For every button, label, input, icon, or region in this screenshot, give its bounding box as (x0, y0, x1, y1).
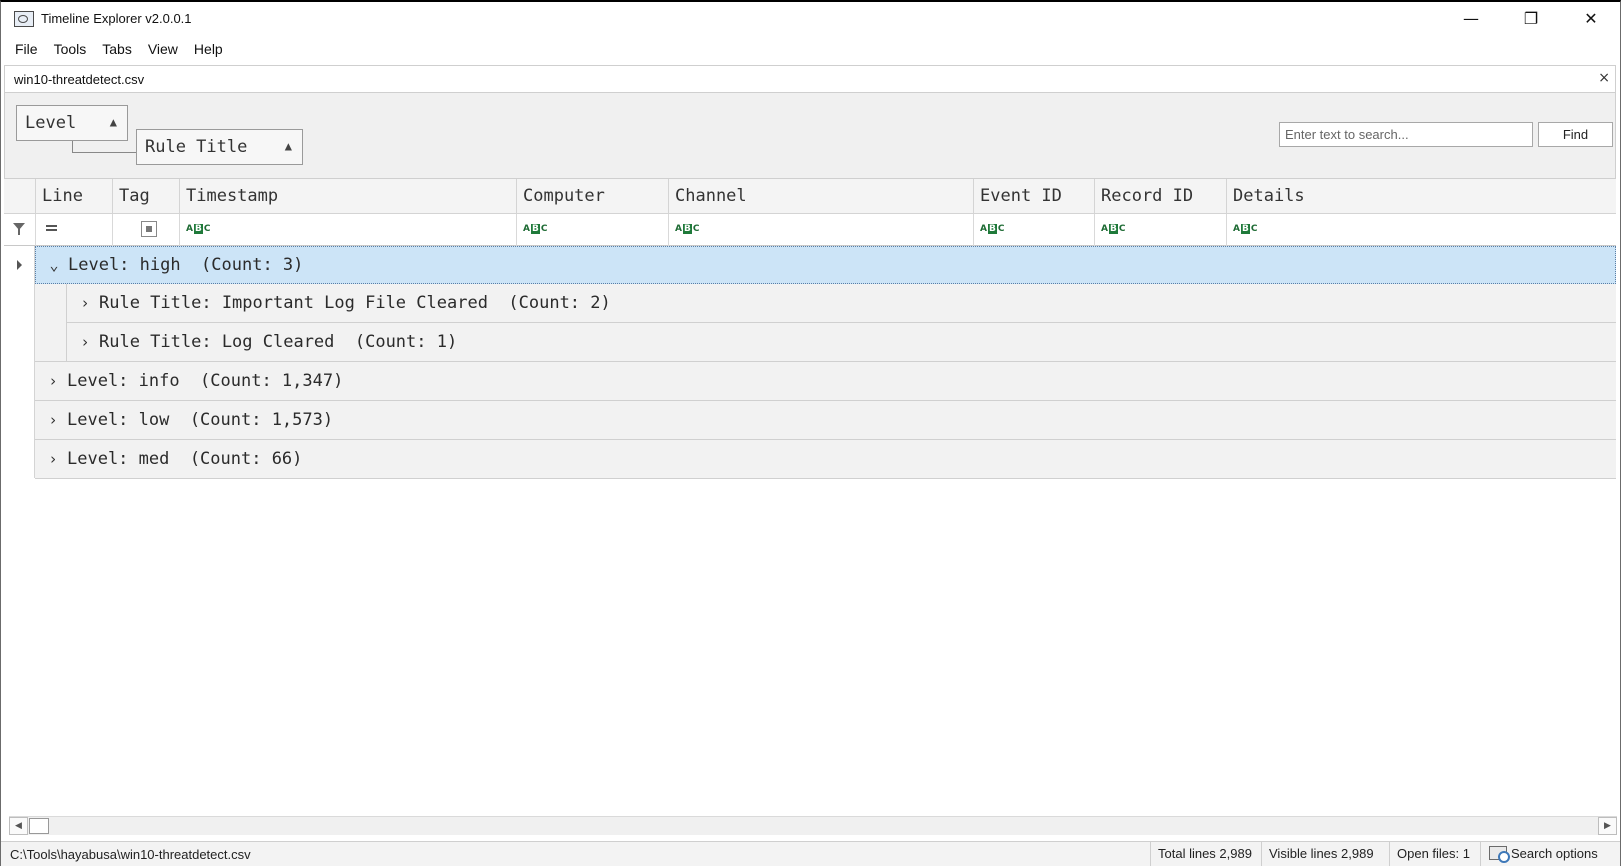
filter-icon (13, 223, 25, 235)
chevron-right-icon[interactable]: › (39, 450, 67, 468)
scroll-left-icon[interactable]: ◀ (9, 817, 28, 835)
search-options-label: Search options (1511, 846, 1598, 861)
grid-rows: ⌄ Level: high (Count: 3) › Rule Title: I… (4, 246, 1616, 816)
group-chip-level[interactable]: Level ▲ (16, 105, 128, 141)
abc-text-filter-icon: ABC (1233, 224, 1258, 234)
grid-header: Line Tag Timestamp Computer Channel Even… (4, 178, 1616, 214)
group-row-label: Level: info (Count: 1,347) (67, 371, 344, 391)
column-header-line[interactable]: Line (35, 179, 112, 214)
abc-text-filter-icon: ABC (980, 224, 1005, 234)
restore-button[interactable]: ❐ (1501, 2, 1561, 35)
group-row-level-med[interactable]: › Level: med (Count: 66) (35, 440, 1616, 479)
column-header-event-id[interactable]: Event ID (973, 179, 1094, 214)
abc-text-filter-icon: ABC (1101, 224, 1126, 234)
status-total-lines: Total lines 2,989 (1150, 842, 1252, 866)
group-row-rule-important-log-file-cleared[interactable]: › Rule Title: Important Log File Cleared… (67, 284, 1616, 323)
equals-icon[interactable] (46, 225, 57, 231)
column-header-computer[interactable]: Computer (516, 179, 668, 214)
abc-text-filter-icon: ABC (523, 224, 548, 234)
filter-cell-computer[interactable]: ABC (516, 214, 668, 246)
chevron-right-icon[interactable]: › (39, 411, 67, 429)
column-header-tag[interactable]: Tag (112, 179, 179, 214)
group-chip-label: Rule Title (145, 137, 248, 157)
horizontal-scrollbar[interactable]: ◀ ▶ (9, 816, 1617, 835)
row-indicator (4, 246, 35, 284)
status-bar: C:\Tools\hayabusa\win10-threatdetect.csv… (1, 841, 1620, 866)
status-file-path: C:\Tools\hayabusa\win10-threatdetect.csv (10, 847, 251, 862)
search-input[interactable] (1279, 122, 1533, 147)
group-row-level-high[interactable]: ⌄ Level: high (Count: 3) (35, 246, 1616, 284)
abc-text-filter-icon: ABC (675, 224, 700, 234)
filter-cell-record-id[interactable]: ABC (1094, 214, 1226, 246)
document-tab[interactable]: win10-threatdetect.csv × (4, 65, 1616, 93)
chevron-right-icon[interactable]: › (71, 294, 99, 312)
group-row-level-low[interactable]: › Level: low (Count: 1,573) (35, 401, 1616, 440)
filter-cell-timestamp[interactable]: ABC (179, 214, 516, 246)
sort-ascending-icon[interactable]: ▲ (285, 139, 292, 153)
minimize-button[interactable]: — (1441, 2, 1501, 35)
menu-view[interactable]: View (140, 41, 186, 57)
filter-cell-event-id[interactable]: ABC (973, 214, 1094, 246)
title-bar[interactable]: Timeline Explorer v2.0.0.1 — ❐ ✕ (1, 2, 1620, 35)
filter-cell-tag[interactable] (112, 214, 179, 246)
group-row-label: Rule Title: Log Cleared (Count: 1) (99, 332, 458, 352)
group-row-label: Level: med (Count: 66) (67, 449, 303, 469)
close-tab-icon[interactable]: × (1598, 70, 1610, 86)
group-row-label: Rule Title: Important Log File Cleared (… (99, 293, 611, 313)
menu-file[interactable]: File (7, 41, 46, 57)
group-chip-label: Level (25, 113, 77, 133)
filter-cell-channel[interactable]: ABC (668, 214, 973, 246)
auto-filter-row: ABC ABC ABC ABC ABC ABC (4, 214, 1616, 246)
group-connector (72, 141, 136, 153)
group-row-level-info[interactable]: › Level: info (Count: 1,347) (35, 362, 1616, 401)
menu-help[interactable]: Help (186, 41, 231, 57)
app-window: Timeline Explorer v2.0.0.1 — ❐ ✕ File To… (0, 0, 1621, 866)
search-options-button[interactable]: Search options (1480, 842, 1598, 866)
column-header-record-id[interactable]: Record ID (1094, 179, 1226, 214)
filter-cell-details[interactable]: ABC (1226, 214, 1616, 246)
window-title: Timeline Explorer v2.0.0.1 (41, 11, 192, 26)
menu-tools[interactable]: Tools (46, 41, 95, 57)
menu-bar: File Tools Tabs View Help (1, 35, 1620, 63)
search-options-icon (1489, 846, 1510, 863)
group-indent (35, 284, 67, 362)
group-by-panel: Level ▲ Rule Title ▲ Find (4, 93, 1616, 178)
tab-label: win10-threatdetect.csv (14, 72, 145, 87)
current-row-icon (17, 260, 22, 270)
group-row-rule-log-cleared[interactable]: › Rule Title: Log Cleared (Count: 1) (67, 323, 1616, 362)
find-button[interactable]: Find (1538, 122, 1613, 147)
status-open-files: Open files: 1 (1389, 842, 1470, 866)
column-header-channel[interactable]: Channel (668, 179, 973, 214)
column-header-timestamp[interactable]: Timestamp (179, 179, 516, 214)
chevron-down-icon[interactable]: ⌄ (40, 256, 68, 274)
sort-ascending-icon[interactable]: ▲ (110, 115, 117, 129)
scrollbar-thumb[interactable] (29, 818, 49, 834)
group-chip-rule-title[interactable]: Rule Title ▲ (136, 129, 303, 165)
filter-cell-line[interactable] (35, 214, 112, 246)
status-visible-lines: Visible lines 2,989 (1261, 842, 1374, 866)
group-row-label: Level: low (Count: 1,573) (67, 410, 334, 430)
column-header-details[interactable]: Details (1226, 179, 1616, 214)
chevron-right-icon[interactable]: › (39, 372, 67, 390)
abc-text-filter-icon: ABC (186, 224, 211, 234)
row-indicator-column (4, 284, 35, 478)
menu-tabs[interactable]: Tabs (94, 41, 140, 57)
filter-row-indicator (4, 214, 35, 246)
scroll-right-icon[interactable]: ▶ (1598, 817, 1617, 835)
close-window-button[interactable]: ✕ (1561, 2, 1621, 35)
group-row-label: Level: high (Count: 3) (68, 255, 304, 275)
chevron-right-icon[interactable]: › (71, 333, 99, 351)
checkbox-icon[interactable] (141, 221, 157, 237)
app-icon (14, 11, 34, 27)
